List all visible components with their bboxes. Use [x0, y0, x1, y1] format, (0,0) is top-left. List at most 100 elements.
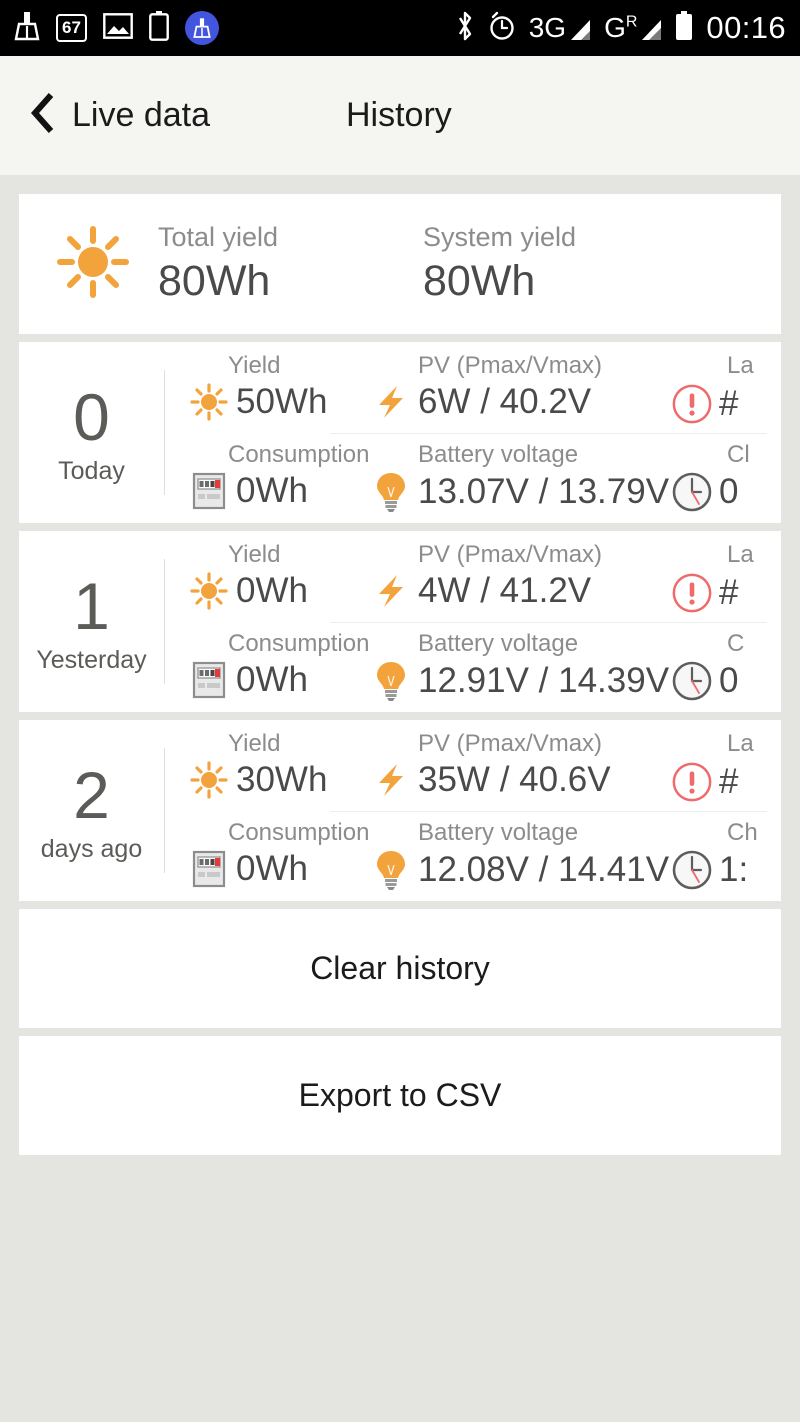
metric-battery-voltage-label: Battery voltage — [418, 440, 579, 468]
metric-row-bottom: Consumption — [165, 433, 781, 524]
metric-pv-label: PV (Pmax/Vmax) — [418, 352, 603, 379]
metric-pv: PV (Pmax/Vmax) 4W / 41.2V — [362, 531, 647, 611]
metric-battery-voltage-value: 12.08V / 14.41V — [418, 849, 670, 889]
metric-pv: PV (Pmax/Vmax) 6W / 40.2V — [362, 342, 647, 422]
status-bar-left: 67 — [14, 10, 235, 46]
metric-charge-time-label: Cl — [727, 440, 750, 468]
day-number: 1 — [73, 569, 110, 644]
back-button[interactable]: Live data — [30, 92, 210, 139]
export-csv-button[interactable]: Export to CSV — [19, 1036, 781, 1155]
metric-charge-time: Ch 1: — [647, 811, 781, 891]
table-row[interactable]: 1 Yesterday Yield 0Wh PV (Pmax/Vmax) 4W … — [19, 531, 781, 712]
metric-pv-label: PV (Pmax/Vmax) — [418, 730, 603, 757]
metric-charge-time-value: 1: — [719, 849, 749, 889]
day-metrics: Yield — [165, 342, 781, 523]
summary-card: Total yield 80Wh System yield 80Wh — [19, 194, 781, 334]
metric-consumption-label: Consumption — [228, 818, 370, 846]
battery-outline-icon — [149, 10, 169, 46]
metric-battery-voltage: Battery voltage 13.07V / 13.79V — [362, 433, 669, 513]
metric-yield: Yield — [165, 531, 362, 611]
picture-icon — [103, 12, 133, 44]
battery-percent-badge: 67 — [56, 14, 87, 42]
metric-yield-value: 30Wh — [236, 760, 328, 799]
metric-last-error-value: # — [719, 762, 739, 801]
error-exclamation-icon — [671, 760, 713, 804]
metric-yield-value: 0Wh — [236, 571, 308, 610]
clear-history-button[interactable]: Clear history — [19, 909, 781, 1028]
clock-icon — [671, 660, 713, 702]
metric-charge-time: Cl 0 — [647, 433, 781, 513]
metric-consumption-value: 0Wh — [236, 470, 308, 510]
metric-last-error: La # — [647, 531, 781, 615]
clock-icon — [671, 471, 713, 513]
page-title: History — [346, 96, 452, 134]
metric-row-top: Yield — [165, 720, 781, 811]
metric-last-error-label: La — [727, 352, 754, 379]
day-number: 2 — [73, 758, 110, 833]
metric-charge-time-value: 0 — [719, 660, 739, 700]
metric-pv-value: 35W / 40.6V — [418, 760, 611, 799]
table-row[interactable]: 2 days ago Yield 30Wh PV (Pmax/Vmax) 35W… — [19, 720, 781, 901]
signal-gr-icon: GR — [604, 14, 662, 42]
export-csv-label: Export to CSV — [298, 1077, 502, 1113]
signal-3g-icon: 3G — [529, 14, 591, 42]
battery-icon — [675, 10, 693, 46]
metric-pv-value: 6W / 40.2V — [418, 382, 592, 421]
metric-pv: PV (Pmax/Vmax) 35W / 40.6V — [362, 720, 647, 800]
metric-consumption-label: Consumption — [228, 629, 370, 657]
metric-battery-voltage-label: Battery voltage — [418, 629, 579, 657]
error-exclamation-icon — [671, 382, 713, 426]
metric-battery-voltage-value: 12.91V / 14.39V — [418, 660, 670, 700]
system-yield-value: 80Wh — [423, 257, 536, 305]
metric-yield: Yield — [165, 342, 362, 422]
day-label: days ago — [40, 834, 143, 863]
metric-last-error-label: La — [727, 730, 754, 757]
metric-battery-voltage: Battery voltage 12.08V / 14.41V — [362, 811, 669, 891]
metric-last-error-label: La — [727, 541, 754, 568]
day-label: Yesterday — [36, 645, 147, 674]
back-button-label: Live data — [72, 96, 210, 134]
metric-row-top: Yield — [165, 342, 781, 433]
metric-last-error: La # — [647, 720, 781, 804]
metric-pv-label: PV (Pmax/Vmax) — [418, 541, 603, 568]
total-yield-value: 80Wh — [158, 257, 271, 305]
cleaner-badge-icon — [184, 11, 219, 45]
metric-charge-time-value: 0 — [719, 471, 739, 511]
day-number: 0 — [73, 380, 110, 455]
day-label: Today — [58, 456, 125, 485]
electricity-meter-icon — [188, 849, 230, 889]
metric-pv-value: 4W / 41.2V — [418, 571, 592, 610]
metric-consumption: Consumption 0Wh — [165, 811, 370, 889]
metric-yield-label: Yield — [228, 541, 281, 568]
navigation-bar: Live data History — [0, 56, 800, 175]
broom-icon — [14, 11, 40, 46]
sun-small-icon — [188, 571, 230, 611]
day-index: 1 Yesterday — [19, 531, 164, 712]
error-exclamation-icon — [671, 571, 713, 615]
metric-last-error-value: # — [719, 384, 739, 423]
day-metrics: Yield — [165, 531, 781, 712]
table-row[interactable]: 0 Today Yield 50Wh PV (Pmax/Vmax) 6W / 4… — [19, 342, 781, 523]
metric-yield: Yield — [165, 720, 362, 800]
metric-charge-time-label: Ch — [727, 818, 758, 846]
clear-history-label: Clear history — [310, 950, 490, 986]
alarm-clock-icon — [488, 11, 516, 46]
sun-small-icon — [188, 760, 230, 800]
total-yield-block: Total yield 80Wh — [158, 222, 423, 306]
content-area: Total yield 80Wh System yield 80Wh 0 Tod… — [0, 175, 800, 1155]
lightning-bolt-icon — [370, 571, 412, 611]
metric-consumption-value: 0Wh — [236, 659, 308, 699]
status-bar: 67 3G GR 00:16 — [0, 0, 800, 56]
metric-consumption-label: Consumption — [228, 440, 370, 468]
day-index: 0 Today — [19, 342, 164, 523]
lightning-bolt-icon — [370, 382, 412, 422]
lightbulb-icon — [370, 471, 412, 513]
system-yield-block: System yield 80Wh — [423, 222, 576, 306]
metric-charge-time: C 0 — [647, 622, 781, 702]
lightning-bolt-icon — [370, 760, 412, 800]
metric-consumption-value: 0Wh — [236, 848, 308, 888]
total-yield-label: Total yield — [158, 222, 279, 252]
metric-yield-label: Yield — [228, 730, 281, 757]
sun-icon — [54, 223, 132, 306]
metric-yield-value: 50Wh — [236, 382, 328, 421]
